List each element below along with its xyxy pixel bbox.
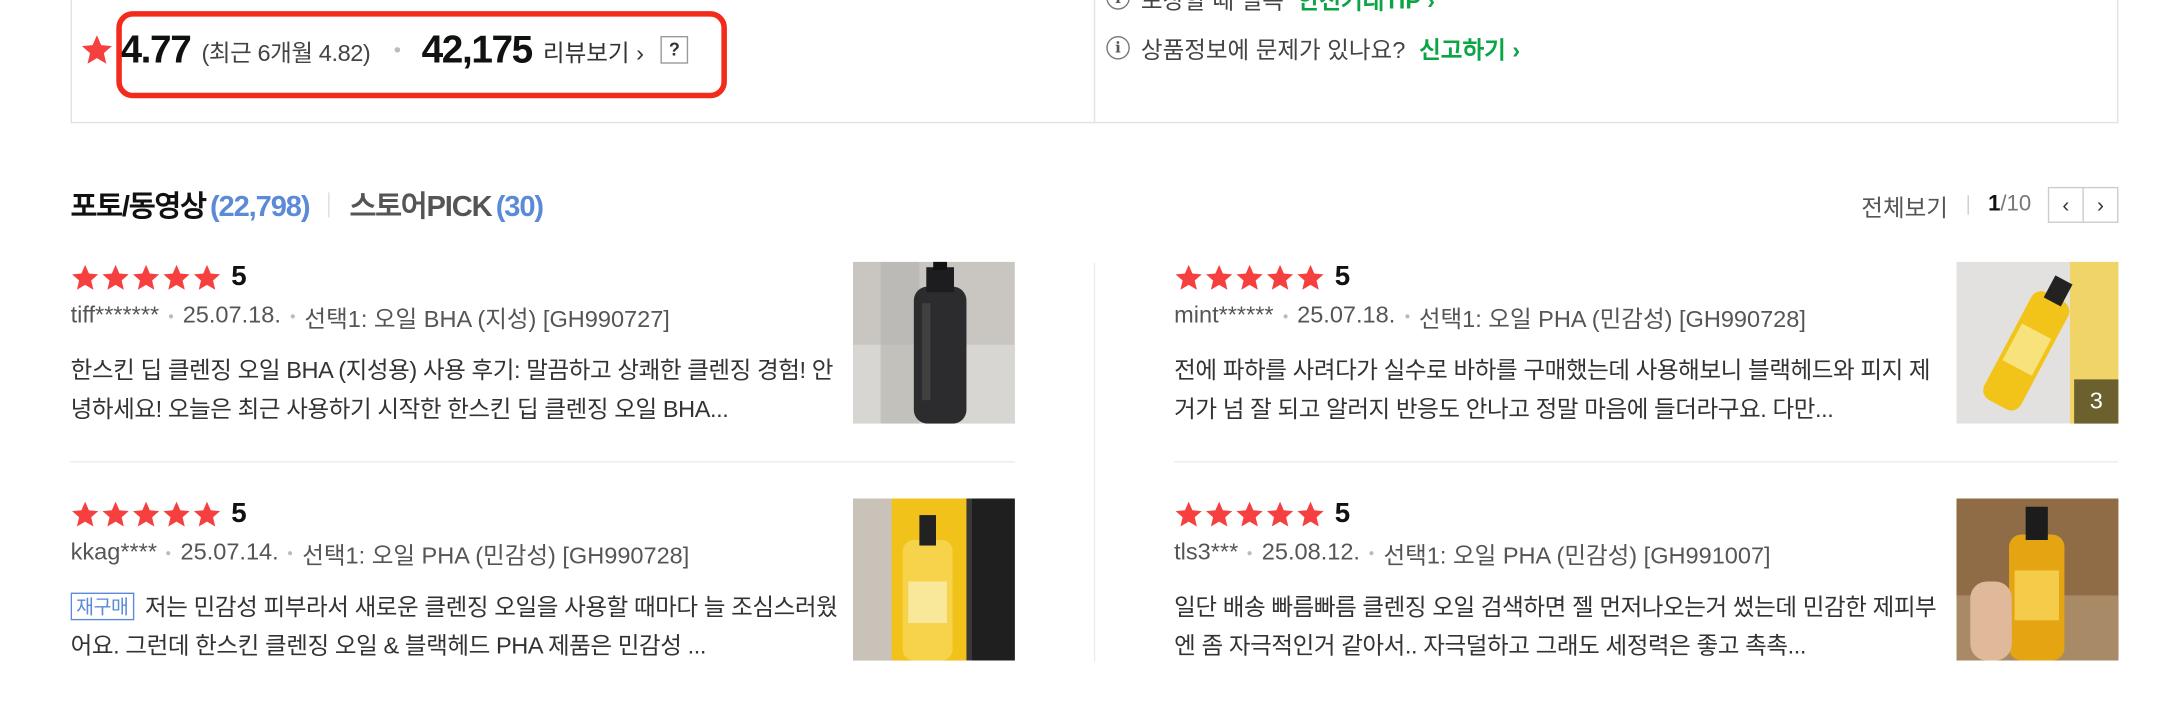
highlight-annotation: [116, 11, 727, 99]
star-icon: [132, 499, 161, 528]
info-icon: ℹ: [1106, 0, 1130, 9]
review-date: 25.08.12.: [1261, 538, 1360, 565]
review-text: 전에 파하를 사려다가 실수로 바하를 구매했는데 사용해보니 블랙헤드와 피지…: [1174, 357, 1931, 423]
row-divider: [1174, 461, 2119, 463]
star-icon: [1174, 262, 1203, 291]
star-rating: 5: [71, 260, 247, 292]
review-date: 25.07.18.: [1297, 301, 1396, 329]
star-icon: [80, 33, 113, 66]
star-icon: [1296, 262, 1325, 291]
review-meta: kkag**** 25.07.14. 선택1: 오일 PHA (민감성) [GH…: [70, 537, 690, 569]
tab-divider: [328, 192, 331, 218]
prev-page-button[interactable]: ‹: [2047, 186, 2084, 223]
review-date: 25.07.14.: [180, 538, 279, 565]
review-meta: mint****** 25.07.18. 선택1: 오일 PHA (민감성) […: [1174, 300, 1806, 332]
review-option: 선택1: 오일 PHA (민감성) [GH990728]: [1418, 305, 1806, 332]
review-meta: tiff******* 25.07.18. 선택1: 오일 BHA (지성) […: [70, 300, 670, 332]
review-thumbnail[interactable]: [852, 261, 1015, 424]
review-score: 5: [1334, 260, 1351, 292]
tab-photo-video[interactable]: 포토/동영상 (22,798): [71, 184, 311, 226]
star-rating: 5: [71, 498, 247, 528]
pager: 전체보기 1 /10 ‹ ›: [1861, 186, 2119, 225]
star-icon: [1235, 499, 1264, 528]
safe-trade-tip-link[interactable]: 안전거래TIP ›: [1298, 0, 1435, 14]
repurchase-badge: 재구매: [70, 592, 134, 621]
star-icon: [1174, 499, 1203, 528]
review-user: tls3***: [1174, 538, 1239, 565]
review-text: 한스킨 딥 클렌징 오일 BHA (지성용) 사용 후기: 말끔하고 상쾌한 클…: [70, 357, 834, 423]
review-text: 일단 배송 빠름빠름 클렌징 오일 검색하면 젤 먼저나오는거 썼는데 민감한 …: [1174, 593, 1937, 660]
review-score: 5: [231, 260, 247, 292]
review-option: 선택1: 오일 PHA (민감성) [GH990728]: [302, 542, 690, 569]
star-icon: [132, 262, 161, 291]
page-total: /10: [2000, 192, 2032, 216]
review-text: 재구매 저는 민감성 피부라서 새로운 클렌징 오일을 사용할 때마다 늘 조심스…: [70, 592, 838, 660]
report-link[interactable]: 신고하기 ›: [1419, 30, 1520, 65]
star-icon: [1266, 262, 1295, 291]
review-thumbnail[interactable]: [1956, 498, 2119, 661]
review-card[interactable]: 5 tiff******* 25.07.18. 선택1: 오일 BHA (지성)…: [70, 260, 1015, 425]
star-rating: 5: [1174, 260, 1351, 292]
star-icon: [162, 499, 191, 528]
star-icon: [71, 499, 100, 528]
review-thumbnail[interactable]: 3: [1956, 261, 2119, 424]
review-user: kkag****: [70, 538, 157, 565]
info-line-report: ℹ 상품정보에 문제가 있나요? 신고하기 ›: [1106, 30, 1520, 63]
chevron-left-icon: ‹: [2062, 193, 2070, 217]
star-rating: 5: [1174, 498, 1350, 528]
review-meta: tls3*** 25.08.12. 선택1: 오일 PHA (민감성) [GH9…: [1174, 537, 1771, 569]
info-line-safe-trade: ℹ 포장할 때 필독 안전거래TIP ›: [1106, 0, 1660, 14]
review-card[interactable]: 5 mint****** 25.07.18. 선택1: 오일 PHA (민감성)…: [1174, 260, 2119, 425]
row-divider: [70, 461, 1015, 463]
next-page-button[interactable]: ›: [2082, 186, 2119, 223]
star-icon: [71, 262, 100, 291]
review-user: tiff*******: [70, 301, 160, 329]
column-divider: [1093, 263, 1096, 662]
review-score: 5: [231, 497, 247, 529]
star-icon: [162, 262, 191, 291]
star-icon: [1205, 262, 1234, 291]
see-all-link[interactable]: 전체보기: [1861, 188, 1948, 223]
review-option: 선택1: 오일 BHA (지성) [GH990727]: [304, 305, 670, 332]
star-icon: [1235, 262, 1264, 291]
review-date: 25.07.18.: [182, 301, 281, 329]
review-user: mint******: [1174, 301, 1274, 329]
review-tabs: 포토/동영상 (22,798) 스토어PICK (30): [71, 184, 545, 226]
info-text: 포장할 때 필독: [1140, 0, 1284, 14]
info-text: 상품정보에 문제가 있나요?: [1140, 36, 1406, 63]
tab-store-pick[interactable]: 스토어PICK (30): [350, 184, 545, 226]
review-score: 5: [1334, 497, 1351, 529]
star-icon: [101, 499, 130, 528]
star-icon: [1266, 499, 1295, 528]
star-icon: [1205, 499, 1234, 528]
review-thumbnail[interactable]: [852, 498, 1015, 661]
star-icon: [101, 262, 130, 291]
image-count-badge: 3: [2074, 379, 2119, 424]
star-icon: [192, 499, 221, 528]
star-icon: [192, 262, 221, 291]
review-option: 선택1: 오일 PHA (민감성) [GH991007]: [1383, 542, 1771, 569]
pager-separator: [1967, 195, 1969, 215]
info-icon: ℹ: [1106, 35, 1130, 59]
page-current: 1: [1988, 192, 2001, 216]
review-card[interactable]: 5 kkag**** 25.07.14. 선택1: 오일 PHA (민감성) […: [70, 498, 1015, 661]
review-card[interactable]: 5 tls3*** 25.08.12. 선택1: 오일 PHA (민감성) [G…: [1174, 498, 2119, 661]
star-icon: [1296, 499, 1325, 528]
chevron-right-icon: ›: [2096, 193, 2104, 217]
summary-divider: [1093, 0, 1096, 124]
